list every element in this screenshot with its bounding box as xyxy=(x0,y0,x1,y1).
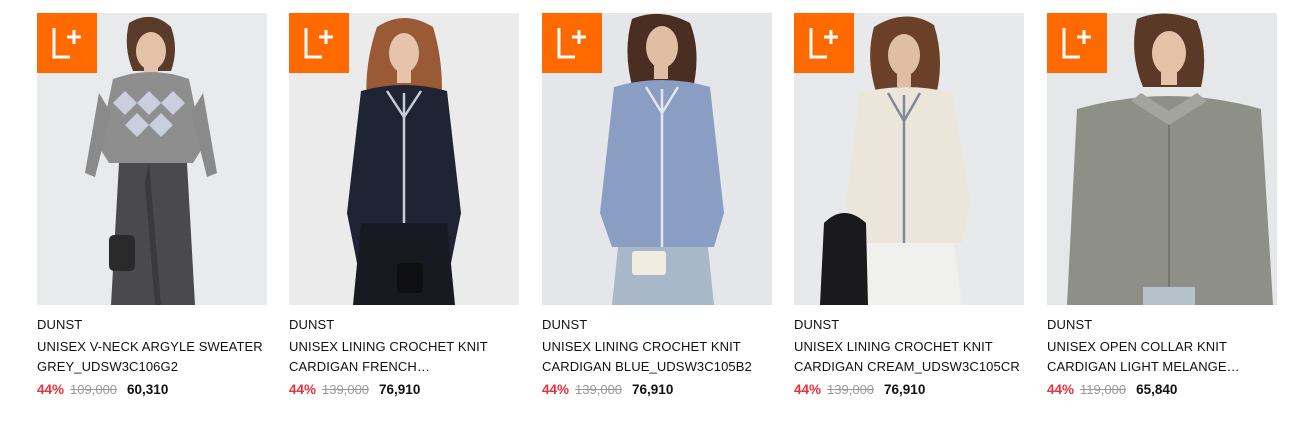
lplus-badge xyxy=(794,13,854,73)
price-row: 44% 139,000 76,910 xyxy=(289,382,420,400)
product-name[interactable]: UNISEX LINING CROCHET KNIT CARDIGAN BLUE… xyxy=(542,337,772,377)
product-brand: DUNST xyxy=(37,317,83,332)
product-image[interactable] xyxy=(289,13,519,305)
product-name[interactable]: UNISEX OPEN COLLAR KNIT CARDIGAN LIGHT M… xyxy=(1047,337,1277,377)
sale-price: 76,910 xyxy=(632,382,674,397)
product-grid: DUNST UNISEX V-NECK ARGYLE SWEATER GREY_… xyxy=(37,13,1277,413)
sale-price: 65,840 xyxy=(1136,382,1178,397)
price-row: 44% 119,000 65,840 xyxy=(1047,382,1177,400)
lplus-badge xyxy=(542,13,602,73)
lplus-badge-icon xyxy=(809,28,838,59)
original-price: 109,000 xyxy=(70,382,118,397)
price-row: 44% 109,000 60,310 xyxy=(37,382,168,400)
original-price: 119,000 xyxy=(1080,382,1127,397)
product-card[interactable]: DUNST UNISEX LINING CROCHET KNIT CARDIGA… xyxy=(542,13,772,413)
lplus-badge xyxy=(37,13,97,73)
lplus-badge-icon xyxy=(557,28,586,59)
price-row: 44% 139,000 76,910 xyxy=(794,382,925,400)
product-name[interactable]: UNISEX LINING CROCHET KNIT CARDIGAN FREN… xyxy=(289,337,519,377)
lplus-badge-icon xyxy=(52,28,81,59)
lplus-badge xyxy=(1047,13,1107,73)
product-image[interactable] xyxy=(794,13,1024,305)
sale-price: 76,910 xyxy=(379,382,421,397)
product-brand: DUNST xyxy=(289,317,335,332)
original-price: 139,000 xyxy=(575,382,623,397)
product-card[interactable]: DUNST UNISEX V-NECK ARGYLE SWEATER GREY_… xyxy=(37,13,267,413)
product-image[interactable] xyxy=(542,13,772,305)
sale-price: 60,310 xyxy=(127,382,169,397)
product-brand: DUNST xyxy=(542,317,588,332)
discount-rate: 44% xyxy=(289,382,317,397)
product-image[interactable] xyxy=(1047,13,1277,305)
product-brand: DUNST xyxy=(794,317,840,332)
product-card[interactable]: DUNST UNISEX LINING CROCHET KNIT CARDIGA… xyxy=(794,13,1024,413)
price-row: 44% 139,000 76,910 xyxy=(542,382,673,400)
lplus-badge-icon xyxy=(1062,28,1091,59)
product-card[interactable]: DUNST UNISEX OPEN COLLAR KNIT CARDIGAN L… xyxy=(1047,13,1277,413)
product-card[interactable]: DUNST UNISEX LINING CROCHET KNIT CARDIGA… xyxy=(289,13,519,413)
original-price: 139,000 xyxy=(827,382,875,397)
lplus-badge-icon xyxy=(304,28,333,59)
discount-rate: 44% xyxy=(794,382,822,397)
lplus-badge xyxy=(289,13,349,73)
product-name[interactable]: UNISEX V-NECK ARGYLE SWEATER GREY_UDSW3C… xyxy=(37,337,267,377)
product-name[interactable]: UNISEX LINING CROCHET KNIT CARDIGAN CREA… xyxy=(794,337,1024,377)
discount-rate: 44% xyxy=(37,382,65,397)
product-brand: DUNST xyxy=(1047,317,1093,332)
sale-price: 76,910 xyxy=(884,382,926,397)
discount-rate: 44% xyxy=(542,382,570,397)
product-image[interactable] xyxy=(37,13,267,305)
discount-rate: 44% xyxy=(1047,382,1075,397)
original-price: 139,000 xyxy=(322,382,370,397)
